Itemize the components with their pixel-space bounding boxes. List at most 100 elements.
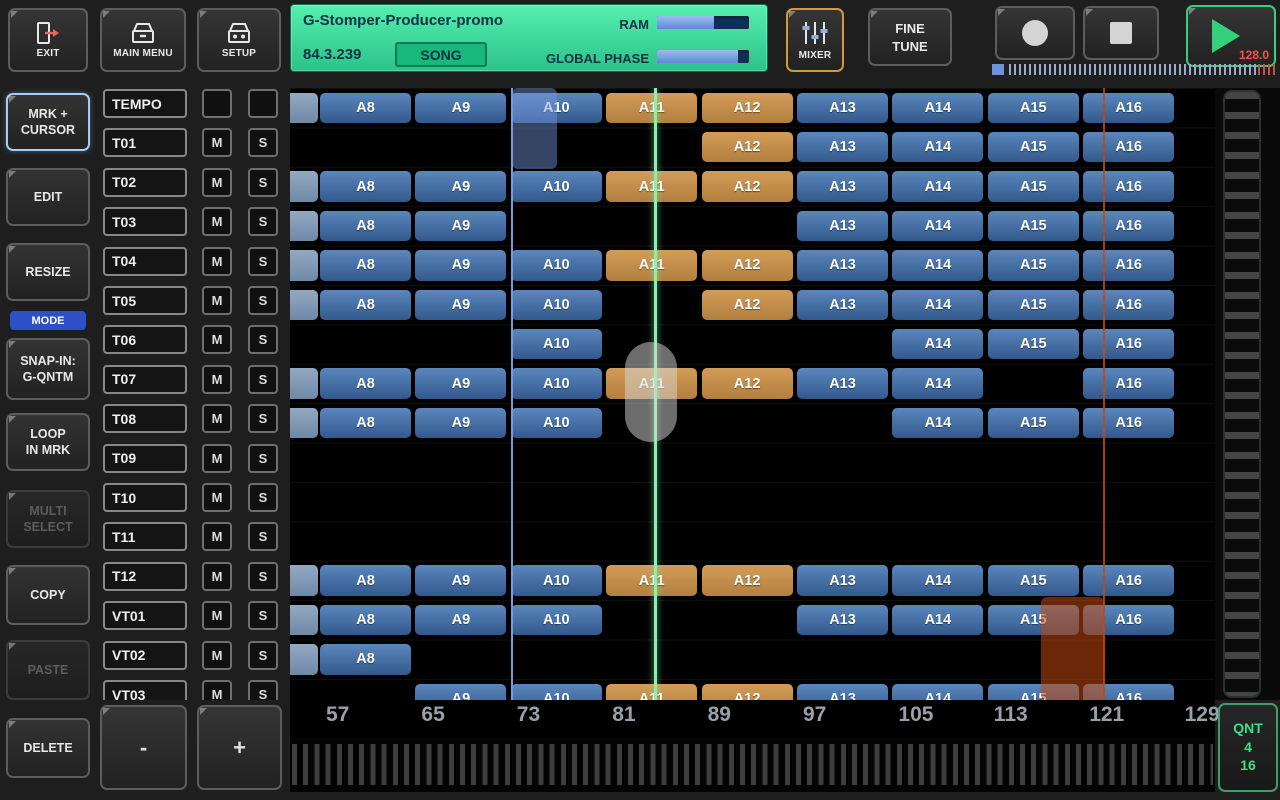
pattern-cell-vt02-partial[interactable]: [290, 644, 318, 675]
track-label-vt03[interactable]: VT03: [103, 680, 187, 700]
zoom-out-button[interactable]: -: [100, 705, 187, 790]
pattern-cell-t02-a12[interactable]: A12: [702, 171, 793, 202]
stop-button[interactable]: [1083, 6, 1159, 60]
mute-button-vt02[interactable]: M: [202, 641, 232, 670]
solo-button-vt01[interactable]: S: [248, 601, 278, 630]
vertical-scrollbar[interactable]: [1223, 90, 1261, 698]
pattern-cell-vt03-a13[interactable]: A13: [797, 684, 888, 701]
pattern-cell-t05-a16[interactable]: A16: [1083, 290, 1174, 321]
mute-button-t03[interactable]: M: [202, 207, 232, 236]
main-menu-button[interactable]: MAIN MENU: [100, 8, 186, 72]
pattern-cell-t03-a16[interactable]: A16: [1083, 211, 1174, 242]
pattern-cell-t12-a12[interactable]: A12: [702, 565, 793, 596]
solo-button-t06[interactable]: S: [248, 325, 278, 354]
pattern-cell-t03-a14[interactable]: A14: [892, 211, 983, 242]
mute-button-t04[interactable]: M: [202, 247, 232, 276]
track-label-t05[interactable]: T05: [103, 286, 187, 315]
track-label-t02[interactable]: T02: [103, 168, 187, 197]
pattern-cell-vt01-a8[interactable]: A8: [320, 605, 411, 636]
track-label-vt02[interactable]: VT02: [103, 641, 187, 670]
track-label-t03[interactable]: T03: [103, 207, 187, 236]
track-label-t01[interactable]: T01: [103, 128, 187, 157]
pattern-cell-t07-a14[interactable]: A14: [892, 368, 983, 399]
pattern-cell-tempo-a16[interactable]: A16: [1083, 93, 1174, 124]
track-label-t12[interactable]: T12: [103, 562, 187, 591]
pattern-cell-t05-a9[interactable]: A9: [415, 290, 506, 321]
mute-button-tempo[interactable]: [202, 89, 232, 118]
play-button[interactable]: 128.0: [1186, 5, 1276, 67]
pattern-cell-t04-a9[interactable]: A9: [415, 250, 506, 281]
pattern-cell-t07-partial[interactable]: [290, 368, 318, 399]
pattern-cell-t08-a16[interactable]: A16: [1083, 408, 1174, 439]
pattern-cell-t12-a13[interactable]: A13: [797, 565, 888, 596]
pattern-cell-tempo-a15[interactable]: A15: [988, 93, 1079, 124]
pattern-cell-vt03-a10[interactable]: A10: [511, 684, 602, 701]
pattern-cell-vt02-a8[interactable]: A8: [320, 644, 411, 675]
pattern-cell-t08-a8[interactable]: A8: [320, 408, 411, 439]
pattern-cell-t02-a16[interactable]: A16: [1083, 171, 1174, 202]
pattern-cell-tempo-a11[interactable]: A11: [606, 93, 697, 124]
pattern-cell-t12-a14[interactable]: A14: [892, 565, 983, 596]
mute-button-t05[interactable]: M: [202, 286, 232, 315]
solo-button-vt02[interactable]: S: [248, 641, 278, 670]
pattern-cell-t08-a10[interactable]: A10: [511, 408, 602, 439]
pattern-cell-tempo-a8[interactable]: A8: [320, 93, 411, 124]
mute-button-vt01[interactable]: M: [202, 601, 232, 630]
pattern-cell-t04-a15[interactable]: A15: [988, 250, 1079, 281]
pattern-cell-t01-a14[interactable]: A14: [892, 132, 983, 163]
pattern-cell-vt03-a12[interactable]: A12: [702, 684, 793, 701]
pattern-cell-vt01-partial[interactable]: [290, 605, 318, 636]
solo-button-t05[interactable]: S: [248, 286, 278, 315]
pattern-cell-t07-a8[interactable]: A8: [320, 368, 411, 399]
track-label-tempo[interactable]: TEMPO: [103, 89, 187, 118]
pattern-cell-t02-a11[interactable]: A11: [606, 171, 697, 202]
pattern-cell-vt01-a9[interactable]: A9: [415, 605, 506, 636]
fine-tune-button[interactable]: FINE TUNE: [868, 8, 952, 66]
pattern-cell-t02-a10[interactable]: A10: [511, 171, 602, 202]
pattern-cell-t04-a12[interactable]: A12: [702, 250, 793, 281]
mute-button-t10[interactable]: M: [202, 483, 232, 512]
solo-button-t11[interactable]: S: [248, 522, 278, 551]
solo-button-t10[interactable]: S: [248, 483, 278, 512]
pattern-cell-t07-a16[interactable]: A16: [1083, 368, 1174, 399]
pattern-cell-tempo-a12[interactable]: A12: [702, 93, 793, 124]
pattern-cell-tempo-a13[interactable]: A13: [797, 93, 888, 124]
pattern-cell-tempo-partial[interactable]: [290, 93, 318, 124]
mute-button-t01[interactable]: M: [202, 128, 232, 157]
marker-end-region[interactable]: [1041, 597, 1104, 700]
solo-button-t04[interactable]: S: [248, 247, 278, 276]
pattern-cell-t05-a14[interactable]: A14: [892, 290, 983, 321]
pattern-cell-tempo-a9[interactable]: A9: [415, 93, 506, 124]
mute-button-t08[interactable]: M: [202, 404, 232, 433]
pattern-cell-t03-a8[interactable]: A8: [320, 211, 411, 242]
solo-button-t12[interactable]: S: [248, 562, 278, 591]
pattern-cell-t04-a13[interactable]: A13: [797, 250, 888, 281]
arranger-grid[interactable]: A8A9A10A11A12A13A14A15A16A12A13A14A15A16…: [290, 88, 1215, 700]
pattern-cell-vt01-a10[interactable]: A10: [511, 605, 602, 636]
pattern-cell-t04-a11[interactable]: A11: [606, 250, 697, 281]
track-label-t06[interactable]: T06: [103, 325, 187, 354]
pattern-cell-t12-a10[interactable]: A10: [511, 565, 602, 596]
zoom-in-button[interactable]: +: [197, 705, 282, 790]
solo-button-t02[interactable]: S: [248, 168, 278, 197]
pattern-cell-t12-a16[interactable]: A16: [1083, 565, 1174, 596]
pattern-cell-vt01-a14[interactable]: A14: [892, 605, 983, 636]
sidebar-item-delete[interactable]: DELETE: [6, 718, 90, 778]
track-label-t11[interactable]: T11: [103, 522, 187, 551]
mute-button-vt03[interactable]: M: [202, 680, 232, 700]
pattern-cell-t04-a10[interactable]: A10: [511, 250, 602, 281]
pattern-cell-t06-a15[interactable]: A15: [988, 329, 1079, 360]
mute-button-t12[interactable]: M: [202, 562, 232, 591]
pattern-cell-t08-a14[interactable]: A14: [892, 408, 983, 439]
pattern-cell-t02-a9[interactable]: A9: [415, 171, 506, 202]
track-label-vt01[interactable]: VT01: [103, 601, 187, 630]
pattern-cell-t03-a9[interactable]: A9: [415, 211, 506, 242]
timeline-ruler[interactable]: 576573818997105113121129: [290, 700, 1215, 737]
track-label-t10[interactable]: T10: [103, 483, 187, 512]
pattern-cell-t05-partial[interactable]: [290, 290, 318, 321]
zoom-scroll-strip[interactable]: [290, 737, 1215, 792]
solo-button-t07[interactable]: S: [248, 365, 278, 394]
mute-button-t09[interactable]: M: [202, 444, 232, 473]
pattern-cell-t08-partial[interactable]: [290, 408, 318, 439]
pattern-cell-t02-partial[interactable]: [290, 171, 318, 202]
